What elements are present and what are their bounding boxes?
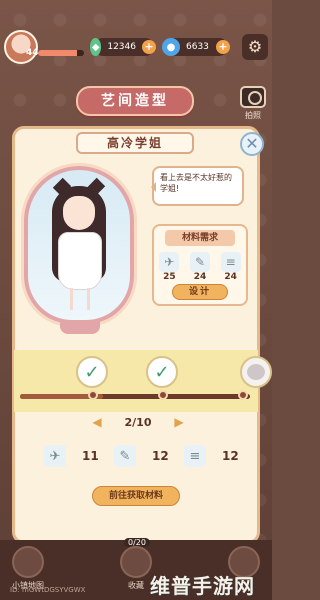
camera-icon (240, 86, 266, 108)
material-item: ✎ 24 (187, 252, 213, 282)
map-icon (12, 546, 44, 578)
stage-slot-preview[interactable] (240, 356, 272, 388)
progress-node (238, 390, 248, 400)
material-count: 24 (224, 272, 237, 282)
character-name: 高冷学姐 (76, 132, 194, 154)
materials-list: ✈ 25 ✎ 24 ≡ 24 (154, 252, 246, 282)
materials-box: 材料需求 ✈ 25 ✎ 24 ≡ 24 设计 (152, 224, 248, 306)
stage-slot-completed[interactable]: ✓ (146, 356, 178, 388)
collection-icon (120, 546, 152, 578)
character-dress (58, 232, 102, 290)
owned-material: ✈ 11 (44, 444, 104, 468)
gear-icon: ⚙ (247, 37, 263, 56)
materials-header: 材料需求 (165, 230, 235, 246)
crystal-currency: ● 6633 + (162, 38, 230, 56)
owned-count: 12 (152, 449, 169, 463)
material-item: ✈ 25 (156, 252, 182, 282)
owned-count: 11 (82, 449, 99, 463)
crystal-icon: ● (162, 38, 180, 56)
character-legs (70, 288, 90, 310)
watermark: 维普手游网 (150, 574, 255, 598)
check-icon: ✓ (84, 361, 100, 383)
owned-count: 12 (222, 449, 239, 463)
comb-icon: ≡ (184, 445, 206, 467)
arrow-right-icon: ▶ (174, 415, 184, 429)
page-indicator: 2/10 (124, 415, 152, 429)
hairdryer-icon: ✈ (44, 445, 66, 467)
pager: ◀ 2/10 ▶ (90, 412, 186, 432)
gem-icon: ◆ (90, 38, 102, 56)
player-level: 44 (26, 48, 39, 58)
add-crystal-button[interactable]: + (216, 40, 230, 54)
town-map-button[interactable]: 小镇地图 (8, 546, 48, 591)
prev-page-button[interactable]: ◀ (90, 415, 104, 429)
comb-icon: ≡ (220, 252, 241, 272)
mirror-stand (60, 322, 100, 334)
fetch-materials-button[interactable]: 前往获取材料 (92, 486, 180, 506)
close-icon: ✕ (245, 134, 259, 153)
material-count: 25 (163, 272, 176, 282)
character-face (63, 196, 95, 230)
progress-area (14, 350, 258, 412)
settings-button[interactable]: ⚙ (242, 34, 268, 60)
design-button[interactable]: 设计 (172, 284, 228, 300)
arrow-left-icon: ◀ (92, 415, 102, 429)
stage-slot-completed[interactable]: ✓ (76, 356, 108, 388)
photo-label: 拍照 (245, 111, 261, 120)
hairstyle-preview-icon (247, 364, 265, 380)
xp-bar (38, 50, 84, 56)
curling-iron-icon: ✎ (114, 445, 136, 467)
progress-track (20, 394, 250, 399)
player-id: ID: mGWtDGSYVGWX (10, 586, 86, 594)
owned-materials: ✈ 11 ✎ 12 ≡ 12 (44, 444, 244, 468)
progress-node (88, 390, 98, 400)
speech-bubble: 看上去是不太好惹的学姐! (151, 166, 244, 206)
check-icon: ✓ (154, 361, 170, 383)
add-gem-button[interactable]: + (142, 40, 156, 54)
curling-iron-icon: ✎ (189, 252, 210, 272)
material-count: 24 (193, 272, 207, 282)
xp-bar-fill (38, 50, 78, 56)
close-button[interactable]: ✕ (240, 132, 264, 156)
material-item: ≡ 24 (218, 252, 244, 282)
gem-currency: ◆ 12346 + (90, 38, 156, 56)
next-page-button[interactable]: ▶ (172, 415, 186, 429)
page-title: 艺间造型 (76, 86, 194, 116)
hairdryer-icon: ✈ (159, 252, 180, 272)
photo-button[interactable]: 拍照 (238, 86, 268, 121)
owned-material: ✎ 12 (114, 444, 174, 468)
avatar[interactable] (4, 30, 38, 64)
owned-material: ≡ 12 (184, 444, 244, 468)
top-bar: 44 ◆ 12346 + ● 6633 + ⚙ (0, 30, 272, 64)
progress-node (158, 390, 168, 400)
